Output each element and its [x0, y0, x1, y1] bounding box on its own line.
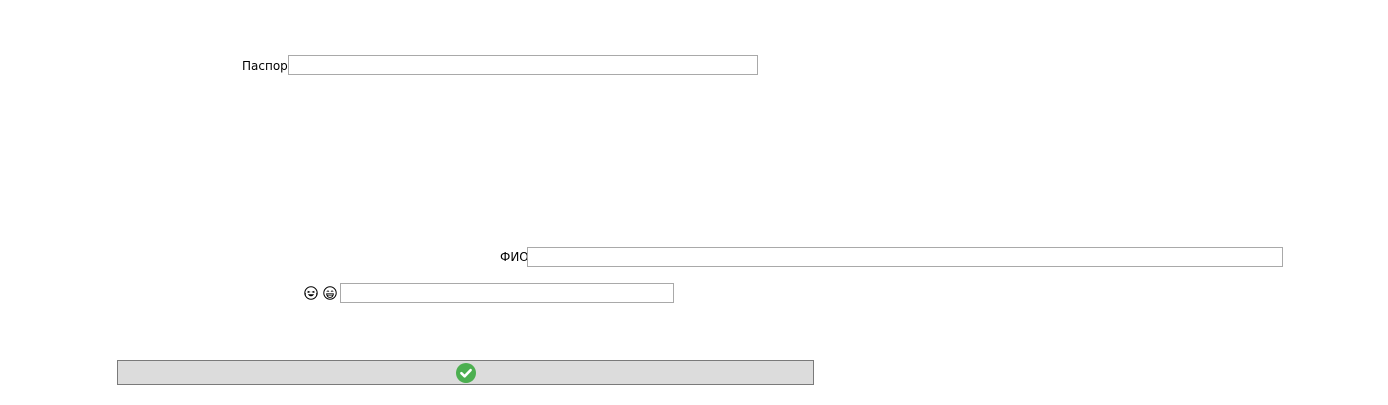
- fio-label: ФИО: [500, 250, 529, 264]
- submit-button[interactable]: [117, 360, 814, 385]
- grinning-face-icon: [323, 286, 337, 300]
- laughing-tears-icon: [304, 286, 318, 300]
- emoji-label: [304, 283, 337, 303]
- passport-label: Паспорт: [242, 59, 295, 73]
- check-circle-icon: [455, 362, 476, 383]
- passport-input[interactable]: [288, 55, 758, 75]
- fio-input[interactable]: [527, 247, 1283, 267]
- emoji-input[interactable]: [340, 283, 674, 303]
